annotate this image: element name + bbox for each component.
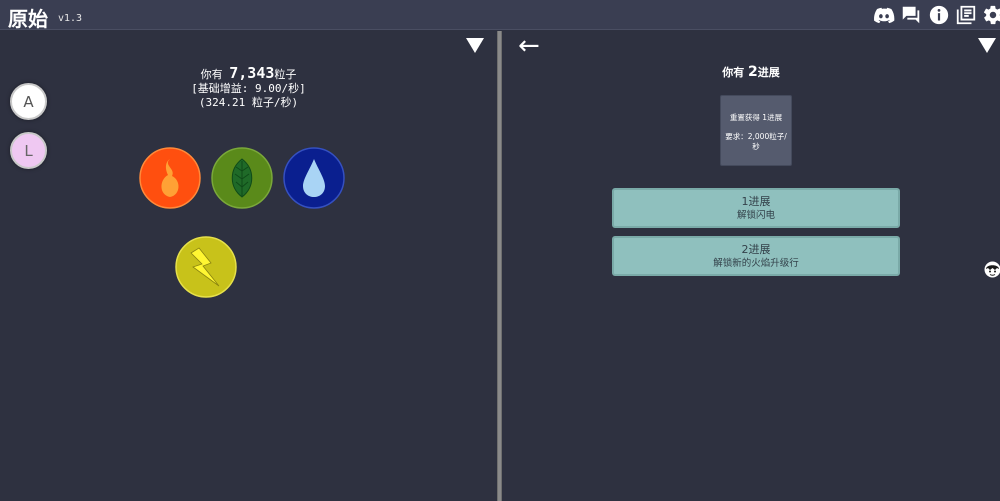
reset-requirement-text-cont: 秒: [752, 142, 760, 151]
top-bar: 原始 v1.3: [0, 0, 1000, 31]
particle-count-line: 你有 7,343粒子: [0, 64, 497, 82]
app-title: 原始: [8, 7, 48, 31]
milestone-desc: 解锁闪电: [736, 210, 775, 221]
base-gain: [基础增益: 9.00/秒]: [191, 82, 306, 95]
reset-gain-text: 重置获得 1进展: [729, 113, 783, 122]
milestone-title: 2进展: [741, 243, 771, 256]
milestone-desc: 解锁新的火焰升级行: [713, 258, 799, 269]
prestige-amount: 2: [748, 64, 758, 80]
chat-icon[interactable]: [900, 4, 922, 26]
left-pane: A L 你有 7,343粒子 [基础增益: 9.00/秒] (324.21 粒子…: [0, 31, 497, 501]
prestige-prefix: 你有: [722, 66, 745, 79]
particle-rate: (324.21 粒子/秒): [198, 96, 299, 109]
version-label: v1.3: [58, 13, 83, 24]
water-drop-icon: [283, 147, 345, 209]
prestige-count: 你有 2进展: [502, 64, 1000, 80]
leaf-icon: [211, 147, 273, 209]
particle-amount: 7,343: [229, 64, 275, 82]
collapse-triangle-icon[interactable]: [977, 36, 997, 54]
fire-icon: [139, 147, 201, 209]
lightning-bolt-icon: [175, 236, 237, 298]
milestone-1: 1进展 解锁闪电: [612, 188, 900, 228]
water-element-button[interactable]: [283, 147, 345, 209]
settings-icon[interactable]: [982, 4, 1000, 26]
collapse-triangle-icon[interactable]: [465, 36, 485, 54]
fire-element-button[interactable]: [139, 147, 201, 209]
particle-stats: 你有 7,343粒子 [基础增益: 9.00/秒] (324.21 粒子/秒): [0, 64, 497, 110]
earth-element-button[interactable]: [211, 147, 273, 209]
discord-icon[interactable]: [873, 4, 895, 26]
mascot-icon[interactable]: [984, 261, 1000, 278]
milestone-2: 2进展 解锁新的火焰升级行: [612, 236, 900, 276]
particle-unit: 粒子: [274, 68, 297, 81]
prestige-unit: 进展: [757, 66, 780, 79]
lightning-element-button[interactable]: [175, 236, 237, 298]
info-icon[interactable]: [928, 4, 950, 26]
reset-requirement-text: 要求：2,000粒子/: [725, 132, 787, 141]
particle-prefix: 你有: [200, 68, 223, 81]
changelog-icon[interactable]: [955, 4, 977, 26]
milestone-title: 1进展: [741, 195, 771, 208]
reset-button[interactable]: 重置获得 1进展 要求：2,000粒子/ 秒: [720, 95, 792, 166]
back-arrow-icon[interactable]: ←: [518, 31, 540, 61]
layer-l-button[interactable]: L: [10, 132, 47, 169]
right-pane: ← 你有 2进展 重置获得 1进展 要求：2,000粒子/ 秒 1进展 解锁闪电…: [502, 31, 1000, 501]
